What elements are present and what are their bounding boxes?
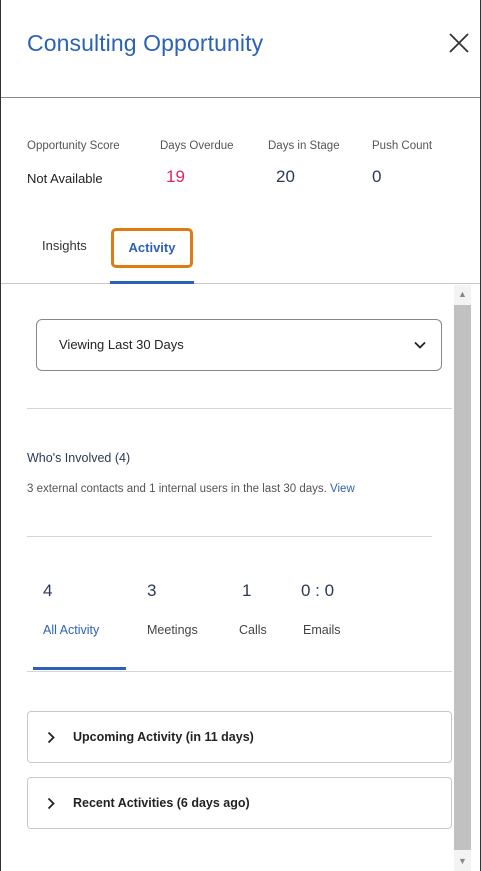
view-involved-link[interactable]: View [330,483,355,495]
stat-emails[interactable]: 0 : 0 Emails [301,581,341,637]
stat-label: Calls [239,623,267,637]
metric-value: 20 [276,167,295,186]
metric-label: Opportunity Score [27,140,120,152]
stat-value: 0 : 0 [301,581,335,600]
metric-label: Push Count [372,140,433,152]
metric-days-in-stage: Days in Stage 20 [268,140,340,186]
section-label: Upcoming Activity (in 11 days) [73,730,254,744]
metric-value: Not Available [27,171,103,186]
stat-label: Meetings [147,623,198,637]
active-stat-indicator [33,667,126,670]
whos-involved-description: 3 external contacts and 1 internal users… [27,483,355,495]
scroll-down-icon[interactable]: ▼ [458,857,467,866]
stat-value: 1 [242,581,252,600]
stat-meetings[interactable]: 3 Meetings [147,581,198,637]
active-tab-indicator [110,281,194,284]
stat-value: 4 [43,581,53,600]
chevron-right-icon [46,731,56,744]
metric-label: Days in Stage [268,140,340,152]
tab-activity[interactable]: Activity [111,228,193,268]
metric-opportunity-score: Opportunity Score Not Available [27,140,120,186]
close-icon[interactable] [446,30,472,56]
divider [27,408,452,409]
scrollbar[interactable]: ▲ ▼ [454,285,471,871]
stat-label: All Activity [43,623,100,637]
divider [27,536,432,537]
recent-activities-section[interactable]: Recent Activities (6 days ago) [27,777,452,829]
timeframe-dropdown[interactable]: Viewing Last 30 Days [36,319,442,371]
tab-bar: Insights Activity [1,224,480,284]
stat-label: Emails [303,623,341,637]
chevron-right-icon [46,797,56,810]
stat-all-activity[interactable]: 4 All Activity [33,581,99,637]
panel-header: Consulting Opportunity [1,0,480,98]
tab-insights[interactable]: Insights [42,238,87,253]
chevron-down-icon [413,338,427,352]
metric-push-count: Push Count 0 [372,140,433,186]
activity-content: Viewing Last 30 Days Who's Involved (4) … [1,285,455,871]
metric-label: Days Overdue [160,140,234,152]
divider [27,671,452,672]
scroll-up-icon[interactable]: ▲ [458,290,467,299]
scrollbar-thumb[interactable] [454,305,471,850]
opportunity-panel: Consulting Opportunity Opportunity Score… [0,0,481,871]
metric-value: 0 [372,167,382,186]
page-title: Consulting Opportunity [27,30,264,56]
whos-involved-title: Who's Involved (4) [27,451,131,465]
upcoming-activity-section[interactable]: Upcoming Activity (in 11 days) [27,711,452,763]
section-label: Recent Activities (6 days ago) [73,796,250,810]
metric-days-overdue: Days Overdue 19 [160,140,234,186]
dropdown-selected-value: Viewing Last 30 Days [59,337,184,352]
stat-calls[interactable]: 1 Calls [239,581,267,637]
whos-involved-text: 3 external contacts and 1 internal users… [27,483,327,495]
metric-value: 19 [166,167,185,186]
stat-value: 3 [147,581,157,600]
